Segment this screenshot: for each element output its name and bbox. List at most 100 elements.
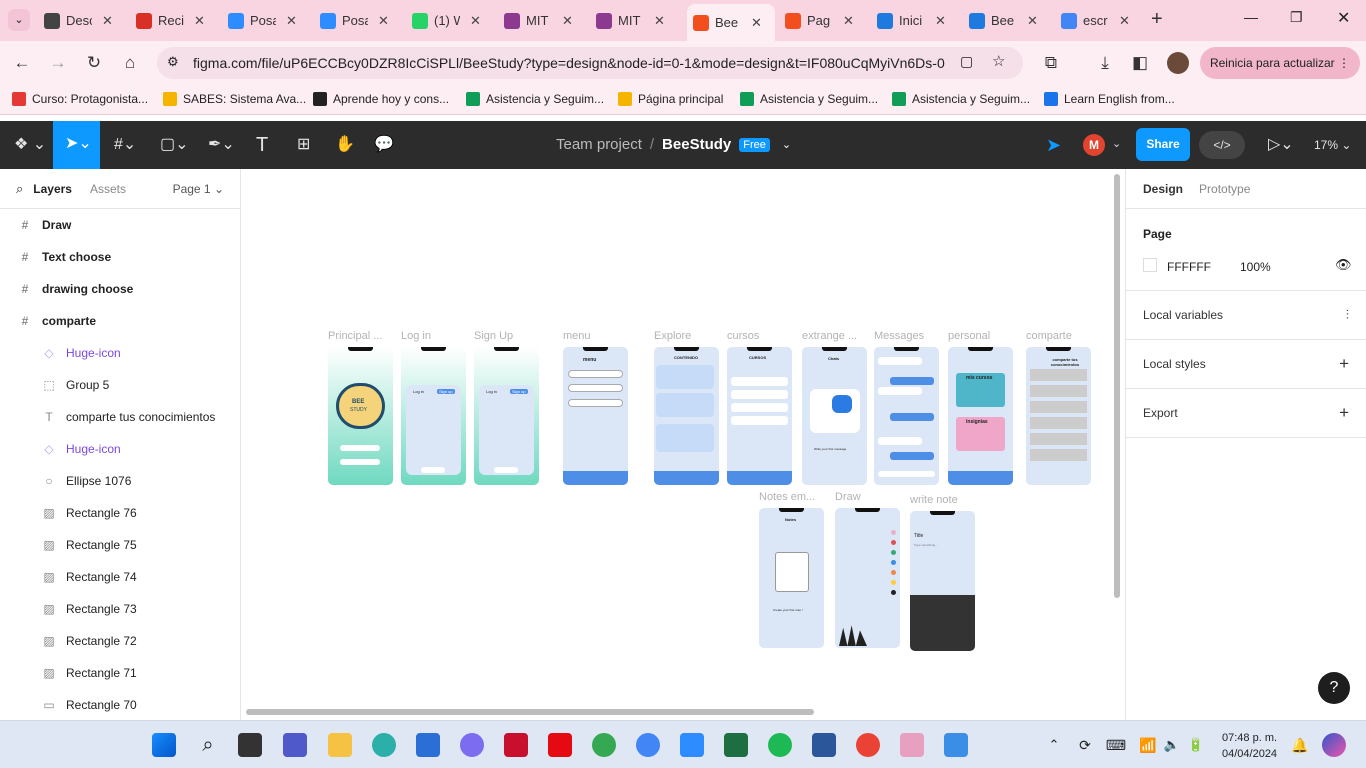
bookmark-item[interactable]: Learn English from... xyxy=(1044,92,1175,106)
user-avatar[interactable]: M xyxy=(1083,134,1105,156)
chrome-profile-icon[interactable] xyxy=(636,733,660,757)
chevron-down-icon[interactable]: ⌄ xyxy=(782,138,791,151)
minimize-button[interactable]: — xyxy=(1244,9,1258,25)
copilot-icon[interactable] xyxy=(460,733,484,757)
frame-label[interactable]: write note xyxy=(910,494,958,506)
excel-icon[interactable] xyxy=(724,733,748,757)
reload-button[interactable]: ↻ xyxy=(82,51,106,75)
bookmark-item[interactable]: Curso: Protagonista... xyxy=(12,92,148,106)
comment-tool-icon[interactable]: 💬 xyxy=(374,133,394,157)
eye-icon[interactable]: 👁 xyxy=(1335,257,1352,273)
frame-tool-icon[interactable]: #⌄ xyxy=(114,133,136,157)
layer-item[interactable]: ▨ Rectangle 75 xyxy=(0,529,240,561)
volume-icon[interactable]: 🔈 xyxy=(1160,733,1184,757)
frame-label[interactable]: Principal ... xyxy=(328,330,382,342)
design-frame[interactable] xyxy=(835,508,900,648)
frame-label[interactable]: Log in xyxy=(401,330,431,342)
browser-tab[interactable]: Posa ✕ xyxy=(222,6,308,35)
relaunch-update-button[interactable]: Reinicia para actualizar ⋮ xyxy=(1200,47,1360,79)
wifi-icon[interactable]: 📶 xyxy=(1136,733,1160,757)
browser-tab[interactable]: Inici ✕ xyxy=(871,6,957,35)
bookmark-star-icon[interactable]: ☆ xyxy=(992,52,1005,70)
layer-item[interactable]: ◇ Huge-icon xyxy=(0,433,240,465)
notifications-icon[interactable]: 🔔 xyxy=(1288,733,1312,757)
page-selector[interactable]: Page 1 ⌄ xyxy=(173,182,224,196)
close-icon[interactable]: ✕ xyxy=(470,13,481,29)
design-frame[interactable]: mis cursos insignias xyxy=(948,347,1013,485)
close-icon[interactable]: ✕ xyxy=(286,13,297,29)
layer-item[interactable]: ▨ Rectangle 76 xyxy=(0,497,240,529)
layer-item[interactable]: ○ Ellipse 1076 xyxy=(0,465,240,497)
design-frame[interactable]: Log in Sign up xyxy=(474,347,539,485)
resources-icon[interactable]: ⊞ xyxy=(297,133,310,157)
avatar-chevron-icon[interactable]: ⌄ xyxy=(1112,137,1121,150)
layer-item[interactable]: # Draw xyxy=(0,209,240,241)
design-canvas[interactable]: Principal ... BEE STUDY Log in Log in Sign up… xyxy=(241,169,1125,720)
copilot-pre-icon[interactable] xyxy=(1322,733,1346,757)
layer-item[interactable]: ▨ Rectangle 72 xyxy=(0,625,240,657)
design-frame[interactable]: CURSOS xyxy=(727,347,792,485)
frame-label[interactable]: menu xyxy=(563,330,591,342)
design-frame[interactable]: Notes Create your first note ! xyxy=(759,508,824,648)
layer-item[interactable]: ▭ Rectangle 70 xyxy=(0,689,240,720)
frame-label[interactable]: Explore xyxy=(654,330,691,342)
word-icon[interactable] xyxy=(812,733,836,757)
local-variables-label[interactable]: Local variables xyxy=(1143,308,1223,322)
install-app-icon[interactable]: ▢ xyxy=(960,53,973,70)
layer-item[interactable]: ▨ Rectangle 73 xyxy=(0,593,240,625)
photos-icon[interactable] xyxy=(944,733,968,757)
vertical-scrollbar[interactable] xyxy=(1114,174,1120,598)
store-icon[interactable] xyxy=(416,733,440,757)
chrome-app-icon[interactable] xyxy=(856,733,880,757)
mcafee-icon[interactable] xyxy=(504,733,528,757)
figma-main-menu-icon[interactable]: ❖ ⌄ xyxy=(14,133,46,157)
frame-label[interactable]: Draw xyxy=(835,491,861,503)
layer-item[interactable]: ▨ Rectangle 71 xyxy=(0,657,240,689)
windows-start-icon[interactable] xyxy=(152,733,176,757)
search-icon[interactable]: ⌕ xyxy=(16,181,23,197)
help-button[interactable]: ? xyxy=(1318,672,1350,704)
zoom-app-icon[interactable] xyxy=(680,733,704,757)
design-frame[interactable]: comparte tus conocimientos xyxy=(1026,347,1091,485)
browser-tab[interactable]: Desc ✕ xyxy=(38,6,124,35)
zoom-level[interactable]: 17% ⌄ xyxy=(1314,133,1351,157)
hand-tool-icon[interactable]: ✋ xyxy=(335,133,355,157)
forward-button[interactable]: → xyxy=(46,51,70,75)
page-opacity-value[interactable]: 100% xyxy=(1240,260,1271,274)
netflix-icon[interactable] xyxy=(548,733,572,757)
bookmark-item[interactable]: Asistencia y Seguim... xyxy=(466,92,604,106)
close-icon[interactable]: ✕ xyxy=(843,13,854,29)
system-clock[interactable]: 07:48 p. m. 04/04/2024 xyxy=(1222,730,1277,762)
design-frame[interactable]: Title Type something... xyxy=(910,511,975,651)
page-color-swatch[interactable] xyxy=(1143,258,1157,272)
maximize-button[interactable]: ❐ xyxy=(1290,9,1303,26)
move-tool-button[interactable]: ➤⌄ xyxy=(53,121,100,169)
design-frame[interactable] xyxy=(874,347,939,485)
frame-label[interactable]: Notes em... xyxy=(759,491,815,503)
layer-item[interactable]: ⬚ Group 5 xyxy=(0,369,240,401)
task-view-icon[interactable] xyxy=(238,733,262,757)
spotify-icon[interactable] xyxy=(768,733,792,757)
present-cursor-icon[interactable]: ➤ xyxy=(1046,133,1061,157)
browser-tab[interactable]: Pag ✕ xyxy=(779,6,865,35)
frame-label[interactable]: comparte xyxy=(1026,330,1072,342)
rectangle-tool-icon[interactable]: ▢⌄ xyxy=(160,133,189,157)
chevron-up-icon[interactable]: ⌃ xyxy=(1042,733,1066,757)
browser-tab[interactable]: Bee ✕ xyxy=(963,6,1049,35)
home-icon[interactable]: ⌂ xyxy=(118,51,142,75)
tab-assets[interactable]: Assets xyxy=(90,182,126,196)
bookmark-item[interactable]: Asistencia y Seguim... xyxy=(892,92,1030,106)
layer-item[interactable]: # drawing choose xyxy=(0,273,240,305)
close-icon[interactable]: ✕ xyxy=(654,13,665,29)
design-frame[interactable]: BEE STUDY xyxy=(328,347,393,485)
frame-label[interactable]: personal xyxy=(948,330,990,342)
browser-tab[interactable]: MIT ✕ xyxy=(590,6,676,35)
browser-tab[interactable]: Posa ✕ xyxy=(314,6,400,35)
tab-search-button[interactable]: ⌄ xyxy=(8,9,30,31)
layer-item[interactable]: # Text choose xyxy=(0,241,240,273)
downloads-icon[interactable]: ⤓ xyxy=(1093,51,1117,75)
design-frame[interactable]: CONTENIDO xyxy=(654,347,719,485)
layer-item[interactable]: ▨ Rectangle 74 xyxy=(0,561,240,593)
browser-tab[interactable]: (1) W ✕ xyxy=(406,6,492,35)
side-panel-icon[interactable]: ◧ xyxy=(1128,51,1152,75)
